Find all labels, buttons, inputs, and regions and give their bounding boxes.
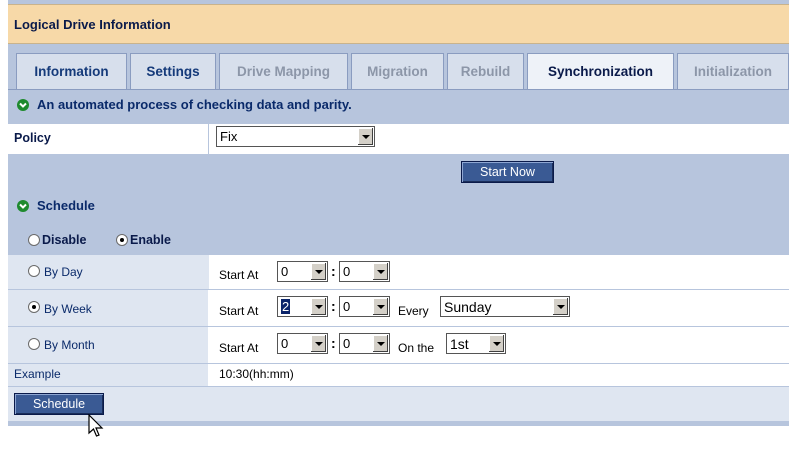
by-month-radio[interactable] — [28, 338, 40, 350]
policy-label: Policy — [14, 131, 51, 145]
on-the-label: On the — [398, 341, 435, 355]
by-day-label: By Day — [44, 265, 83, 279]
by-month-label: By Month — [44, 338, 95, 352]
policy-row — [8, 123, 789, 154]
tab-migration: Migration — [351, 53, 444, 89]
by-day-minute-select[interactable]: 0 — [339, 261, 390, 282]
by-week-minute-value: 0 — [343, 299, 351, 314]
chevron-down-icon — [372, 335, 388, 352]
tab-initialization: Initialization — [677, 53, 789, 89]
window: Logical Drive Information Information Se… — [0, 0, 789, 451]
start-at-label: Start At — [219, 341, 259, 355]
time-separator: : — [331, 263, 336, 279]
by-day-hour-value: 0 — [281, 264, 289, 279]
disable-label: Disable — [42, 233, 87, 247]
schedule-heading: Schedule — [17, 197, 95, 213]
chevron-down-icon — [488, 335, 504, 352]
example-row — [8, 363, 789, 386]
by-month-day-value: 1st — [450, 336, 469, 352]
by-week-hour-value: 2 — [281, 299, 291, 314]
schedule-heading-text: Schedule — [37, 198, 95, 214]
tab-information[interactable]: Information — [16, 53, 127, 89]
by-week-hour-select[interactable]: 2 — [277, 296, 328, 317]
example-label: Example — [14, 367, 61, 381]
schedule-button[interactable]: Schedule — [14, 393, 104, 415]
chevron-down-icon — [552, 298, 568, 315]
by-month-hour-select[interactable]: 0 — [277, 333, 328, 354]
chevron-down-icon — [372, 263, 388, 280]
by-week-minute-select[interactable]: 0 — [339, 296, 390, 317]
tab-drive-mapping: Drive Mapping — [219, 53, 348, 89]
title-bar: Logical Drive Information — [8, 4, 789, 44]
by-month-minute-select[interactable]: 0 — [339, 333, 390, 354]
tab-settings[interactable]: Settings — [130, 53, 216, 89]
by-day-hour-select[interactable]: 0 — [277, 261, 328, 282]
by-week-radio[interactable] — [28, 301, 40, 313]
window-title: Logical Drive Information — [14, 17, 171, 32]
by-week-day-select[interactable]: Sunday — [440, 296, 570, 317]
schedule-button-row — [8, 386, 789, 421]
check-circle-icon — [17, 199, 29, 212]
by-day-row — [8, 254, 789, 289]
every-label: Every — [398, 304, 429, 318]
chevron-down-icon — [310, 335, 326, 352]
time-separator: : — [331, 298, 336, 314]
tab-rebuild: Rebuild — [447, 53, 524, 89]
description: An automated process of checking data an… — [17, 96, 352, 112]
by-week-label: By Week — [44, 302, 92, 316]
disable-radio[interactable] — [28, 234, 40, 246]
by-month-day-select[interactable]: 1st — [446, 333, 506, 354]
description-text: An automated process of checking data an… — [37, 97, 352, 113]
chevron-down-icon — [310, 298, 326, 315]
chevron-down-icon — [310, 263, 326, 280]
time-separator: : — [331, 335, 336, 351]
enable-label: Enable — [130, 233, 171, 247]
start-at-label: Start At — [219, 268, 259, 282]
tab-divider — [8, 89, 789, 90]
policy-select[interactable]: Fix — [216, 126, 375, 147]
tab-synchronization[interactable]: Synchronization — [527, 53, 674, 89]
mouse-pointer-icon — [88, 414, 104, 437]
policy-selected: Fix — [220, 129, 238, 144]
check-circle-icon — [17, 98, 29, 111]
example-value: 10:30(hh:mm) — [219, 367, 294, 381]
chevron-down-icon — [372, 298, 388, 315]
by-month-hour-value: 0 — [281, 336, 289, 351]
by-day-radio[interactable] — [28, 265, 40, 277]
by-week-day-value: Sunday — [444, 299, 492, 315]
chevron-down-icon — [357, 128, 373, 145]
start-now-button[interactable]: Start Now — [461, 161, 554, 183]
enable-radio[interactable] — [116, 234, 128, 246]
start-at-label: Start At — [219, 304, 259, 318]
by-day-minute-value: 0 — [343, 264, 351, 279]
by-month-minute-value: 0 — [343, 336, 351, 351]
